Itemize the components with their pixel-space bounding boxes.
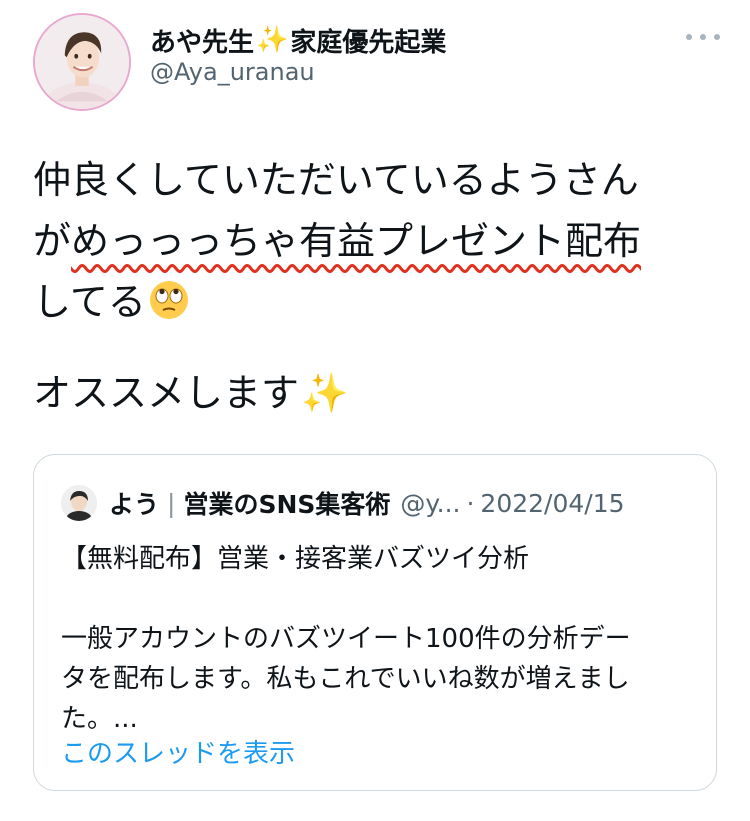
show-thread-link[interactable]: このスレッドを表示 (61, 733, 295, 770)
tweet-text-plain: オススメします (33, 371, 300, 415)
quoted-author-avatar[interactable] (61, 485, 97, 521)
quoted-tweet-title: 【無料配布】営業・接客業バズツイ分析 (61, 544, 530, 574)
sparkle-icon: ✨ (301, 371, 349, 415)
quoted-tweet-line: タを配布します。私もこれでいいね数が増えまし (61, 664, 630, 694)
author-name-suffix: 家庭優先起業 (290, 27, 447, 58)
author-handle[interactable]: @Aya_uranau (150, 58, 315, 86)
quoted-tweet-card[interactable]: よう | 営業のSNS集客術 @y... · 2022/04/15 【無料配布】… (33, 454, 717, 791)
tweet-line: 仲良くしていただいているようさん (33, 158, 639, 202)
quoted-tweet-header: よう | 営業のSNS集客術 @y... · 2022/04/15 (61, 483, 625, 523)
tweet-text-plain: してる (33, 280, 146, 324)
author-name-row[interactable]: あや先生 ✨ 家庭優先起業 (150, 20, 446, 60)
quoted-author-handle: @y... (400, 488, 461, 518)
name-separator: | (167, 488, 176, 518)
tweet-line: がめっっっちゃ有益プレゼント配布 (33, 211, 723, 272)
tweet-text-plain: が (33, 219, 72, 263)
separator-dot: · (466, 488, 475, 518)
tweet-text: 仲良くしていただいているようさん がめっっっちゃ有益プレゼント配布 してる オス… (33, 150, 723, 424)
tweet-line: オススメします✨ (33, 363, 723, 424)
quoted-tweet-date[interactable]: 2022/04/15 (480, 489, 624, 518)
quoted-tweet-line: 一般アカウントのバズツイート100件の分析デー (61, 624, 631, 654)
more-horizontal-icon (714, 34, 720, 40)
quoted-author-avatar-image (61, 485, 97, 521)
quoted-tweet-body: 【無料配布】営業・接客業バズツイ分析 一般アカウントのバズツイート100件の分析… (61, 539, 701, 739)
quoted-author-name-suffix: 営業のSNS集客術 (183, 490, 391, 519)
underlined-phrase: めっっっちゃ有益プレゼント配布 (71, 219, 642, 263)
quoted-author-name: よう (109, 490, 160, 519)
author-avatar-image (35, 15, 129, 109)
more-options-button[interactable] (686, 26, 720, 48)
face-with-rolling-eyes-icon (149, 281, 188, 319)
sparkle-icon: ✨ (256, 25, 289, 55)
author-display-name: あや先生 (150, 27, 255, 58)
author-avatar[interactable] (33, 13, 131, 111)
tweet-line: してる (33, 272, 723, 333)
more-horizontal-icon (700, 34, 706, 40)
more-horizontal-icon (686, 34, 692, 40)
